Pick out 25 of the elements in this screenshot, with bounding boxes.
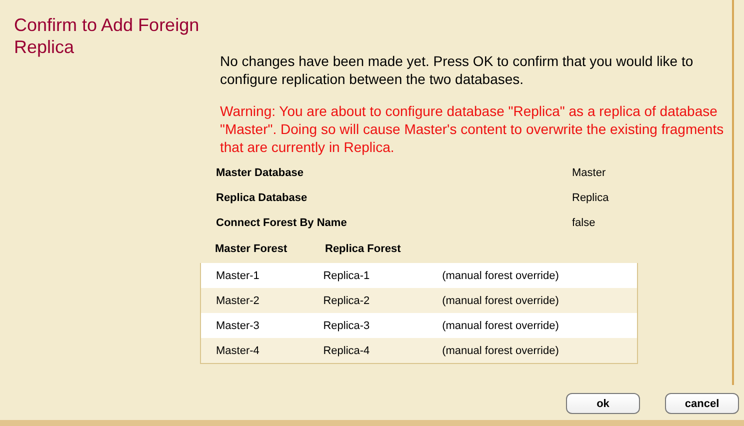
column-header: Master Forest xyxy=(215,243,288,255)
page-title: Confirm to Add Foreign Replica xyxy=(14,14,200,58)
table-cell-text: (manual forest override) xyxy=(442,270,560,282)
table-cell-text: Master-1 xyxy=(216,270,260,282)
table-cell-text: Master-4 xyxy=(216,344,260,356)
confirmation-message: No changes have been made yet. Press OK to confirm that you would like to configure replication between the two databases. xyxy=(220,52,694,88)
property-value: Master xyxy=(572,166,606,178)
table-cell-text: Master-3 xyxy=(216,320,260,332)
table-cell-text: Replica-3 xyxy=(323,320,371,332)
property-value: Replica xyxy=(572,192,609,204)
warning-message: Warning: You are about to configure database "Replica" as a replica of database "Master". Doing so will cause Master's content to overwrite the existing fragments that are currently in Replica. xyxy=(220,102,725,156)
table-cell-text: Master-2 xyxy=(216,294,260,306)
table-cell-text: Replica-4 xyxy=(323,344,371,356)
table-cell-text: (manual forest override) xyxy=(442,294,560,306)
table-cell-text: (manual forest override) xyxy=(442,320,560,332)
table-cell-text: (manual forest override) xyxy=(442,344,560,356)
property-label: Master Database xyxy=(216,166,304,178)
property-label: Replica Database xyxy=(216,192,308,204)
ok-button[interactable]: ok xyxy=(566,393,640,414)
column-header: Replica Forest xyxy=(325,243,402,255)
cancel-button[interactable]: cancel xyxy=(665,393,739,414)
property-label: Connect Forest By Name xyxy=(216,216,348,228)
table-cell-text: Replica-2 xyxy=(323,294,371,306)
property-value: false xyxy=(572,216,596,228)
table-cell-text: Replica-1 xyxy=(323,270,371,282)
